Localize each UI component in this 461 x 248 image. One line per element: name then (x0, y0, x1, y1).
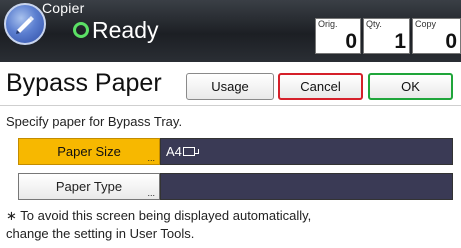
page-title: Bypass Paper (6, 69, 162, 97)
more-options-icon: ... (147, 188, 155, 198)
note-line-2: change the setting in User Tools. (6, 226, 195, 241)
paper-type-value (160, 173, 453, 200)
paper-size-label: Paper Size (57, 144, 121, 159)
counter-label: Qty. (366, 19, 382, 29)
counter-value: 0 (345, 30, 357, 53)
originals-counter: Orig. 0 (315, 18, 361, 54)
ready-status-icon (73, 22, 89, 38)
cancel-button[interactable]: Cancel (278, 73, 363, 100)
machine-status: Ready (73, 17, 158, 43)
paper-type-button[interactable]: Paper Type ... (18, 173, 160, 200)
copier-mode-icon[interactable] (4, 3, 46, 45)
title-row: Bypass Paper Usage Cancel OK (0, 62, 461, 106)
copier-pen-icon (16, 16, 34, 34)
status-bar: Copier Ready Orig. 0 Qty. 1 Copy 0 (0, 0, 461, 62)
counter-label: Orig. (318, 19, 338, 29)
paper-size-button[interactable]: Paper Size ... (18, 138, 160, 165)
paper-size-value: A4 (160, 138, 453, 165)
counter-value: 1 (394, 30, 406, 53)
ok-button[interactable]: OK (368, 73, 453, 100)
copy-counter: Copy 0 (412, 18, 461, 54)
counter-value: 0 (445, 30, 457, 53)
status-text: Ready (92, 17, 159, 43)
counter-label: Copy (415, 19, 437, 29)
more-options-icon: ... (147, 153, 155, 163)
app-name: Copier (42, 0, 85, 16)
usage-button[interactable]: Usage (186, 73, 274, 100)
paper-type-label: Paper Type (55, 179, 123, 194)
instruction-text: Specify paper for Bypass Tray. (6, 114, 183, 129)
paper-size-value-text: A4 (166, 144, 182, 159)
note-line-1: ∗ To avoid this screen being displayed a… (6, 208, 312, 223)
paper-orientation-icon (182, 147, 199, 156)
quantity-counter: Qty. 1 (363, 18, 410, 54)
